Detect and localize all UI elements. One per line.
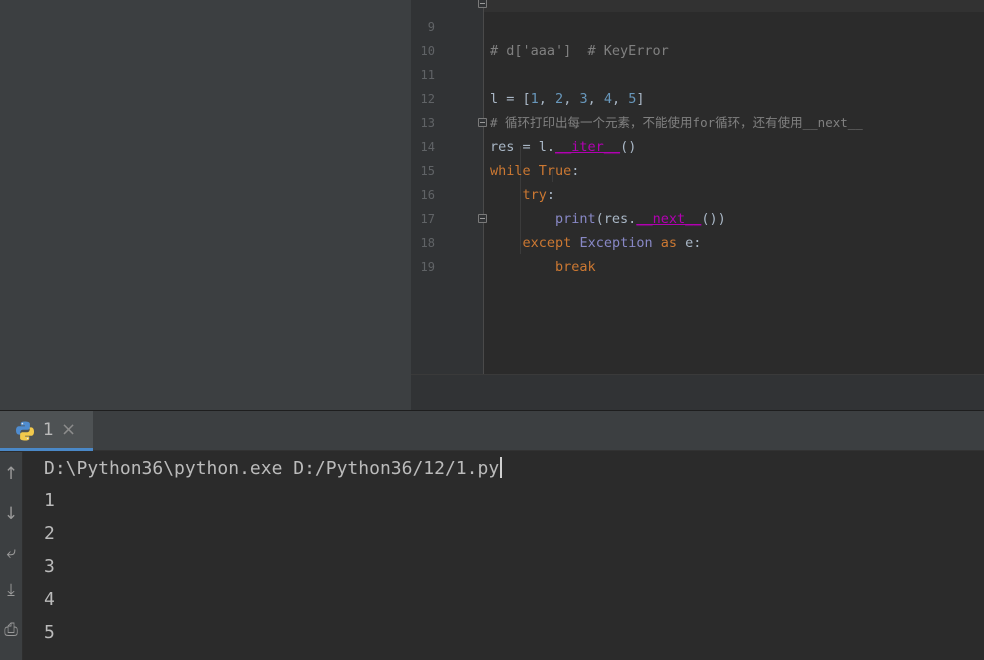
active-tab-indicator — [0, 448, 93, 451]
code-line: 17 except Exception as e: — [411, 183, 984, 251]
editor-bottom-area — [411, 374, 984, 410]
code-line: 10 — [420, 44, 435, 58]
soft-wrap-icon[interactable]: ⤶ — [0, 542, 22, 564]
code-line: 12 # 循环打印出每一个元素，不能使用for循环，还有使用__next__ — [420, 92, 863, 130]
project-panel — [0, 0, 411, 410]
close-icon[interactable]: × — [61, 419, 76, 440]
code-line: 16 print(res.__next__()) — [411, 159, 984, 227]
down-arrow-icon[interactable]: ↓ — [0, 503, 22, 525]
code-line: 11 l = [1, 2, 3, 4, 5] — [411, 39, 984, 107]
code-line: 15 try: — [411, 135, 984, 203]
console-output-line: 3 — [44, 556, 55, 577]
code-editor[interactable]: 9 # d['aaa'] # KeyError 10 11 l = [1, 2,… — [411, 0, 984, 410]
code-line: 14 while True: — [411, 111, 984, 179]
console-output-line: 2 — [44, 523, 55, 544]
console-output-line: 1 — [44, 490, 55, 511]
fold-marker[interactable] — [478, 118, 487, 127]
code-line: 19 — [420, 260, 435, 274]
run-console[interactable]: D:\Python36\python.exe D:/Python36/12/1.… — [23, 452, 984, 660]
fold-marker[interactable] — [478, 214, 487, 223]
scroll-to-end-icon[interactable]: ⤓ — [0, 579, 22, 601]
text-caret — [500, 457, 503, 478]
code-line: 9 # d['aaa'] # KeyError — [427, 20, 669, 59]
run-tab-label: 1 — [43, 420, 54, 440]
run-tab[interactable]: 1 × — [0, 411, 93, 451]
code-line: 18 break — [411, 207, 984, 275]
console-output-line: 4 — [44, 589, 55, 610]
code-text: break — [555, 259, 596, 275]
console-output-line: 5 — [44, 622, 55, 643]
fold-marker[interactable] — [478, 0, 487, 8]
print-icon[interactable]: ⎙ — [0, 619, 22, 641]
console-toolbar: ↑ ↓ ⤶ ⤓ ⎙ — [0, 452, 23, 660]
console-command-line: D:\Python36\python.exe D:/Python36/12/1.… — [44, 457, 503, 479]
up-arrow-icon[interactable]: ↑ — [0, 463, 22, 485]
run-tool-window-header: 1 × — [0, 411, 984, 451]
python-icon — [16, 421, 34, 441]
code-line: 13 res = l.__iter__() — [411, 87, 984, 155]
